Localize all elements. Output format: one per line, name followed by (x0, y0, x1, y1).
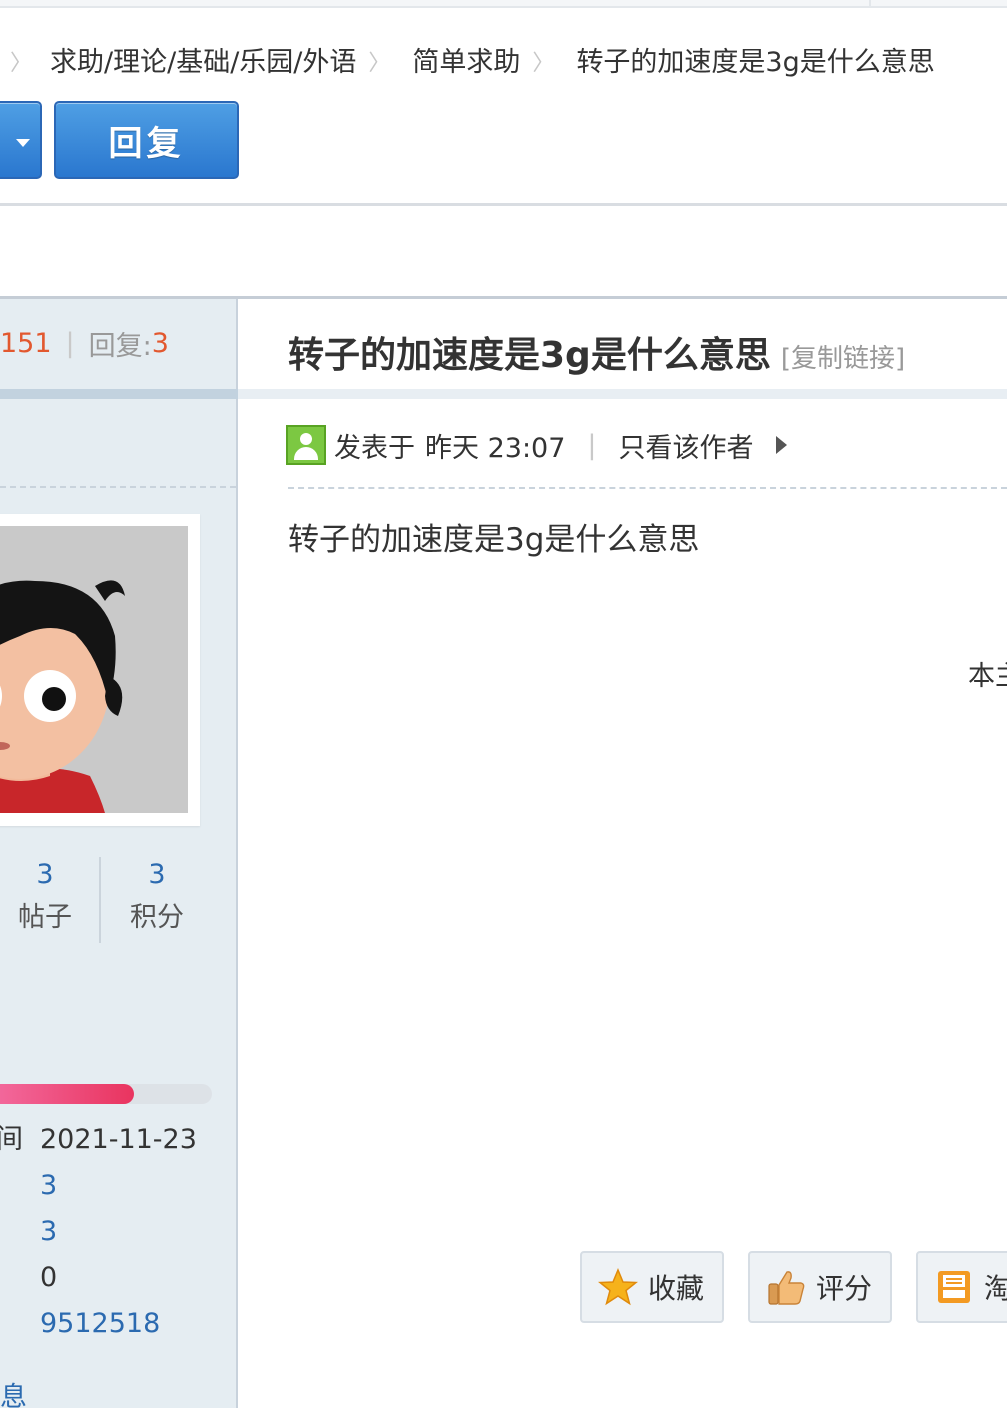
online-user-icon (286, 425, 326, 465)
points-stat[interactable]: 3 积分 (112, 855, 202, 941)
counts-divider (99, 857, 101, 943)
favorite-button[interactable]: 收藏 (580, 1251, 724, 1323)
post-title: 转子的加速度是3g是什么意思 (288, 335, 771, 376)
tao-label: 淘 (984, 1272, 1007, 1305)
breadcrumb-item-thread[interactable]: 转子的加速度是3g是什么意思 (576, 40, 934, 79)
views-count: 151 (0, 327, 52, 359)
post-title-row: 转子的加速度是3g是什么意思 [复制链接] (288, 326, 905, 382)
new-post-button[interactable] (0, 101, 42, 179)
register-time-label: 间 (0, 1124, 23, 1155)
breadcrumb-item-forum[interactable]: 求助/理论/基础/乐园/外语 (50, 40, 356, 79)
points-label: 积分 (130, 902, 184, 933)
posts-label: 帖子 (18, 902, 72, 933)
post-body: 转子的加速度是3g是什么意思 (288, 522, 700, 558)
forum-thread-page: 〉 求助/理论/基础/乐园/外语 〉 简单求助 〉 转子的加速度是3g是什么意思… (0, 0, 1007, 1408)
register-date: 2021-11-23 (40, 1124, 197, 1155)
posted-time: 昨天 23:07 (425, 432, 566, 464)
post-meta: 发表于 昨天 23:07 | 只看该作者 (286, 424, 787, 466)
post-divider (288, 487, 1007, 489)
meta-separator: | (587, 429, 597, 461)
rate-button[interactable]: 评分 (748, 1251, 892, 1323)
replies-label: 回复: (88, 330, 152, 362)
posts-value: 3 (36, 859, 54, 890)
author-sidebar (0, 299, 238, 1408)
breadcrumb-separator-icon: 〉 (532, 51, 555, 76)
favorite-label: 收藏 (648, 1272, 705, 1305)
chevron-down-icon (16, 139, 30, 147)
only-author-link[interactable]: 只看该作者 (619, 426, 754, 465)
breadcrumb-separator-icon: 〉 (10, 51, 33, 76)
divider (0, 203, 1007, 206)
breadcrumb: 〉 求助/理论/基础/乐园/外语 〉 简单求助 〉 转子的加速度是3g是什么意思 (0, 36, 935, 82)
level-progress-bar (0, 1084, 212, 1104)
author-id-value[interactable]: 9512518 (40, 1306, 160, 1342)
points-value: 3 (148, 859, 166, 890)
reply-button[interactable]: 回复 (54, 101, 239, 179)
star-icon (598, 1268, 638, 1306)
breadcrumb-separator-icon: 〉 (368, 51, 391, 76)
author-counts: 3 帖子 3 积分 (0, 855, 200, 945)
stats-separator: | (65, 327, 75, 359)
tray-icon (938, 1271, 970, 1303)
rate-label: 评分 (816, 1272, 873, 1305)
posted-prefix: 发表于 (334, 432, 415, 464)
replies-count: 3 (151, 327, 169, 359)
title-band (238, 389, 1007, 399)
post-note: 本主 (968, 661, 1007, 692)
avatar[interactable] (0, 514, 200, 826)
thumbs-up-icon (768, 1271, 805, 1305)
play-arrow-icon[interactable] (775, 436, 787, 454)
avatar-image (0, 526, 188, 813)
top-bar (0, 0, 1007, 8)
author-info-value[interactable]: 3 (40, 1214, 57, 1250)
send-message-link[interactable]: 息 (0, 1375, 27, 1408)
breadcrumb-item-subforum[interactable]: 简单求助 (412, 40, 520, 79)
sidebar-divider (0, 486, 236, 488)
thread-stats: 151 | 回复: 3 (0, 326, 169, 362)
author-info-value[interactable]: 3 (40, 1168, 57, 1204)
level-progress-fill (0, 1084, 135, 1104)
top-bar-divider (869, 0, 871, 8)
author-info-value: 0 (40, 1262, 58, 1293)
copy-link[interactable]: [复制链接] (781, 338, 905, 375)
sidebar-band (0, 389, 238, 399)
posts-stat[interactable]: 3 帖子 (0, 855, 90, 941)
tao-button[interactable]: 淘 (916, 1251, 1007, 1323)
